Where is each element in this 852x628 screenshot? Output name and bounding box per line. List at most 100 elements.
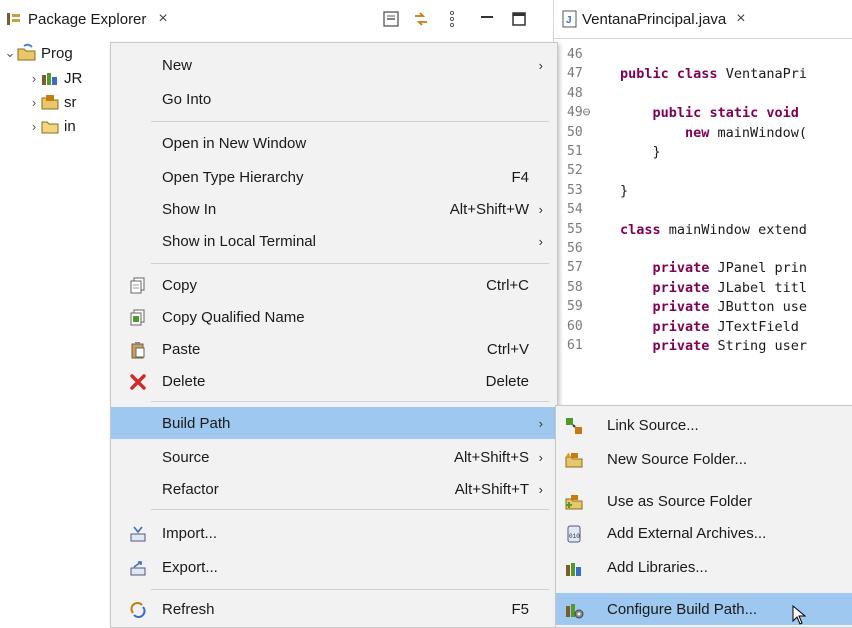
menu-item-label: Refresh [162,600,215,618]
menu-separator [151,509,549,510]
line-number: 50 [567,124,583,140]
svg-text:J: J [566,15,572,26]
line-number: 49⊖ [567,105,591,121]
minimize-icon[interactable] [478,10,496,28]
export-icon [130,561,146,576]
tree-item-src[interactable]: › sr [28,90,77,114]
line-number: 55 [567,221,583,237]
code-line: } [620,144,661,160]
line-number: 57 [567,260,583,276]
menu-item-import[interactable]: Import... [111,517,557,549]
menu-item-shortcut: Alt+Shift+S [453,448,529,466]
menu-item-shortcut: Delete [485,372,529,390]
menu-item-label: Paste [162,340,201,358]
menu-item-label: Export... [162,558,218,576]
link-with-editor-icon[interactable] [412,10,430,28]
code-line: private JTextField [652,318,799,335]
maximize-icon[interactable] [510,10,528,28]
menu-item-build-path[interactable]: Build Path › [111,407,557,439]
menu-item-open-type-hierarchy[interactable]: Open Type Hierarchy F4 [111,161,557,193]
collapse-all-icon[interactable] [382,10,400,28]
tree-item-jre[interactable]: › JR [28,66,83,90]
menu-item-label: Build Path [162,414,231,432]
code-line: private String user [652,338,807,354]
line-number: 58 [567,279,583,295]
menu-item-shortcut: Ctrl+C [486,276,529,294]
menu-item-label: Delete [162,372,206,390]
tree-item-label: Prog [41,44,73,62]
menu-separator [151,401,549,402]
close-tab-icon[interactable]: × [158,10,167,28]
menu-item-copy[interactable]: Copy Ctrl+C [111,269,557,301]
line-number: 47 [567,66,583,82]
tree-item-project[interactable]: ⌄ Prog [4,41,73,65]
menu-item-show-in[interactable]: Show In Alt+Shift+W › [111,193,557,225]
submenu-item-label: Link Source... [607,416,699,434]
tree-item-label: sr [64,93,77,111]
menu-item-open-in-new-window[interactable]: Open in New Window [111,127,557,159]
line-number: 59 [567,299,583,315]
chevron-right-icon[interactable]: › [28,119,40,134]
menu-item-shortcut: Alt+Shift+W [449,200,529,218]
submenu-item-add-libraries[interactable]: Add Libraries... [556,551,852,583]
line-number: 51 [567,144,583,159]
menu-item-shortcut: F5 [511,600,529,618]
submenu-arrow-icon: › [538,201,543,217]
menu-item-label: New [162,56,193,74]
menu-separator [151,121,549,122]
submenu-item-link-source[interactable]: Link Source... [556,409,852,441]
tree-item-folder[interactable]: › in [28,114,76,138]
menu-item-delete[interactable]: Delete Delete [111,365,557,397]
menu-item-source[interactable]: Source Alt+Shift+S › [111,441,557,473]
menu-item-copy-qualified-name[interactable]: Copy Qualified Name [111,301,557,333]
package-explorer-tab[interactable]: Package Explorer × [0,0,210,38]
submenu-item-label: Add External Archives... [607,524,767,542]
line-number: 52 [567,163,583,179]
line-number: 61 [567,338,583,353]
submenu-arrow-icon: › [538,233,543,249]
close-tab-icon[interactable]: × [736,10,745,28]
code-line: } [620,182,629,199]
menu-item-label: Copy Qualified Name [162,308,305,326]
menu-item-new[interactable]: New › [111,49,557,81]
context-menu: New › Go Into Open in New Window Open Ty… [110,42,558,628]
menu-item-label: Import... [162,524,218,542]
add-libraries-icon [566,563,581,576]
menu-item-paste[interactable]: Paste Ctrl+V [111,333,557,365]
menu-item-label: Show in Local Terminal [162,232,316,250]
source-folder-icon [41,95,59,110]
menu-item-refresh[interactable]: Refresh F5 [111,593,557,625]
menu-item-show-in-local-terminal[interactable]: Show in Local Terminal › [111,225,557,257]
chevron-down-icon[interactable]: ⌄ [4,45,16,61]
submenu-arrow-icon: › [538,481,543,497]
menu-item-export[interactable]: Export... [111,551,557,583]
menu-item-refactor[interactable]: Refactor Alt+Shift+T › [111,473,557,505]
code-line: new mainWindow( [685,124,807,141]
configure-build-path-icon [566,604,584,619]
menu-item-go-into[interactable]: Go Into [111,83,557,115]
submenu-item-configure-build-path[interactable]: Configure Build Path... [556,593,852,625]
submenu-item-new-source-folder[interactable]: ✦ New Source Folder... [556,443,852,475]
chevron-right-icon[interactable]: › [28,71,40,86]
view-menu-icon[interactable] [443,10,461,28]
code-line: private JLabel titl [652,279,807,296]
submenu-item-use-as-source-folder[interactable]: Use as Source Folder [556,485,852,517]
chevron-right-icon[interactable]: › [28,95,40,110]
code-line: private JPanel prin [652,260,807,277]
tree-item-label: in [64,117,76,135]
link-source-icon [566,418,582,434]
line-number: 48 [567,85,583,101]
use-as-source-folder-icon [565,495,583,510]
java-project-icon [17,43,36,61]
submenu-arrow-icon: › [538,57,543,73]
submenu-item-add-external-archives[interactable]: 010 Add External Archives... [556,517,852,549]
delete-icon [130,374,146,390]
menu-separator [151,589,549,590]
editor-tab[interactable]: J VentanaPrincipal.java × [562,0,746,38]
menu-item-label: Show In [162,200,217,218]
package-explorer-tabbar: Package Explorer × [0,0,552,39]
submenu-item-label: New Source Folder... [607,450,748,468]
menu-separator [151,263,549,264]
line-number: 53 [567,182,583,198]
code-line: class mainWindow extend [620,221,807,238]
